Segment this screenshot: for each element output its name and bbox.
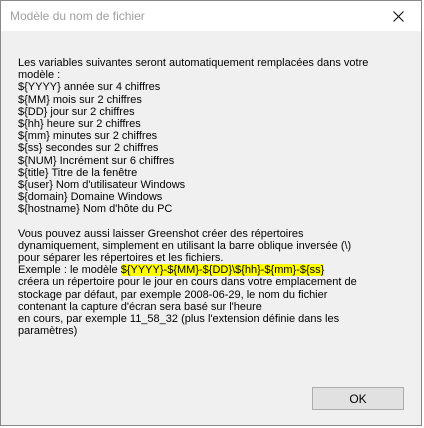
example-pattern-highlight: ${YYYY}-${MM}-${DD}\${hh}-${mm}-${ss} xyxy=(120,264,325,277)
directory-info-line: Vous pouvez aussi laisser Greenshot crée… xyxy=(18,227,304,240)
directory-info-line: dynamiquement, simplement en utilisant l… xyxy=(18,239,352,252)
help-text: Les variables suivantes seront automatiq… xyxy=(18,57,408,337)
variable-item: ${user} Nom d'utilisateur Windows xyxy=(18,178,186,191)
variable-item: ${domain} Domaine Windows xyxy=(18,191,163,204)
window-title: Modèle du nom de fichier xyxy=(10,9,145,23)
close-button[interactable] xyxy=(375,1,421,31)
variable-item: ${hostname} Nom d'hôte du PC xyxy=(18,203,173,216)
example-explanation-line: stockage par défaut, par exemple 2008-06… xyxy=(18,288,328,301)
dialog-body: Les variables suivantes seront automatiq… xyxy=(1,31,421,425)
example-explanation-line: paramètres) xyxy=(18,325,78,338)
example-line: Exemple : le modèle ${YYYY}-${MM}-${DD}\… xyxy=(18,264,408,277)
dialog-window: Modèle du nom de fichier Les variables s… xyxy=(0,0,422,426)
variable-item: ${MM} mois sur 2 chiffres xyxy=(18,93,142,106)
example-prefix: Exemple : le modèle xyxy=(18,264,121,277)
close-icon xyxy=(392,10,404,22)
example-explanation-line: en cours, par exemple 11_58_32 (plus l'e… xyxy=(18,312,340,325)
variable-item: ${NUM} Incrément sur 6 chiffres xyxy=(18,154,175,167)
intro-line: Les variables suivantes seront automatiq… xyxy=(18,57,369,69)
directory-info-line: pour séparer les répertoires et les fich… xyxy=(18,252,224,264)
ok-button[interactable]: OK xyxy=(312,387,404,410)
variable-item: ${mm} minutes sur 2 chiffres xyxy=(18,130,158,143)
example-explanation-line: créera un répertoire pour le jour en cou… xyxy=(18,276,357,289)
variable-item: ${hh} heure sur 2 chiffres xyxy=(18,117,141,130)
intro-line: modèle : xyxy=(18,69,61,82)
example-explanation-line: contenant la capture d'écran sera basé s… xyxy=(18,300,262,313)
title-bar: Modèle du nom de fichier xyxy=(1,1,421,31)
variable-item: ${ss} secondes sur 2 chiffres xyxy=(18,142,159,155)
variable-item: ${title} Titre de la fenêtre xyxy=(18,166,138,179)
variable-item: ${YYYY} année sur 4 chiffres xyxy=(18,81,161,94)
variable-item: ${DD} jour sur 2 chiffres xyxy=(18,105,135,118)
